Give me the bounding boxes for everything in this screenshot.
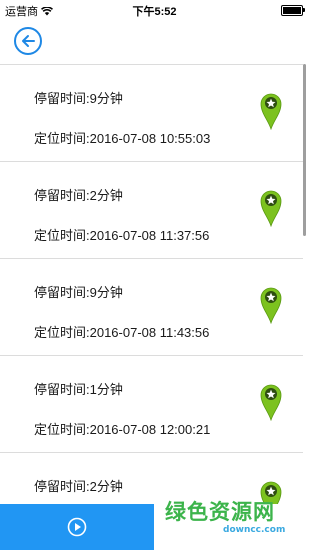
stay-duration: 停留时间:1分钟 <box>34 382 123 397</box>
map-pin-icon[interactable] <box>260 286 282 324</box>
battery-icon <box>281 5 305 16</box>
stay-record-list[interactable]: 停留时间:9分钟 定位时间:2016-07-08 10:55:03 停留时间:2… <box>0 64 303 505</box>
map-pin-icon[interactable] <box>260 92 282 130</box>
map-pin-icon[interactable] <box>260 383 282 421</box>
back-arrow-icon <box>22 35 35 47</box>
locate-time: 定位时间:2016-07-08 11:43:56 <box>34 325 210 340</box>
bottom-bar: 绿色资源网 downcc.com <box>0 500 309 550</box>
watermark-url: downcc.com <box>223 525 286 535</box>
locate-time: 定位时间:2016-07-08 10:55:03 <box>34 131 211 146</box>
status-bar: 运营商 下午5:52 <box>0 0 309 20</box>
stay-duration: 停留时间:2分钟 <box>34 479 123 494</box>
watermark-logo: 绿色资源网 downcc.com <box>165 490 305 550</box>
scrollbar[interactable] <box>303 64 306 236</box>
play-circle-icon <box>67 517 87 537</box>
status-time: 下午5:52 <box>132 6 177 18</box>
nav-bar <box>0 20 309 60</box>
locate-time: 定位时间:2016-07-08 12:00:21 <box>34 422 211 437</box>
stay-duration: 停留时间:2分钟 <box>34 188 123 203</box>
list-item[interactable]: 停留时间:2分钟 定位时间:2016-07-08 11:37:56 <box>0 162 303 259</box>
list-item[interactable]: 停留时间:9分钟 定位时间:2016-07-08 11:43:56 <box>0 259 303 356</box>
list-item[interactable]: 停留时间:1分钟 定位时间:2016-07-08 12:00:21 <box>0 356 303 453</box>
locate-time: 定位时间:2016-07-08 11:37:56 <box>34 228 210 243</box>
play-button[interactable] <box>0 504 154 550</box>
stay-duration: 停留时间:9分钟 <box>34 91 123 106</box>
map-pin-icon[interactable] <box>260 189 282 227</box>
watermark-text: 绿色资源网 <box>165 500 275 524</box>
back-button[interactable] <box>14 27 42 55</box>
list-item[interactable]: 停留时间:9分钟 定位时间:2016-07-08 10:55:03 <box>0 65 303 162</box>
stay-duration: 停留时间:9分钟 <box>34 285 123 300</box>
